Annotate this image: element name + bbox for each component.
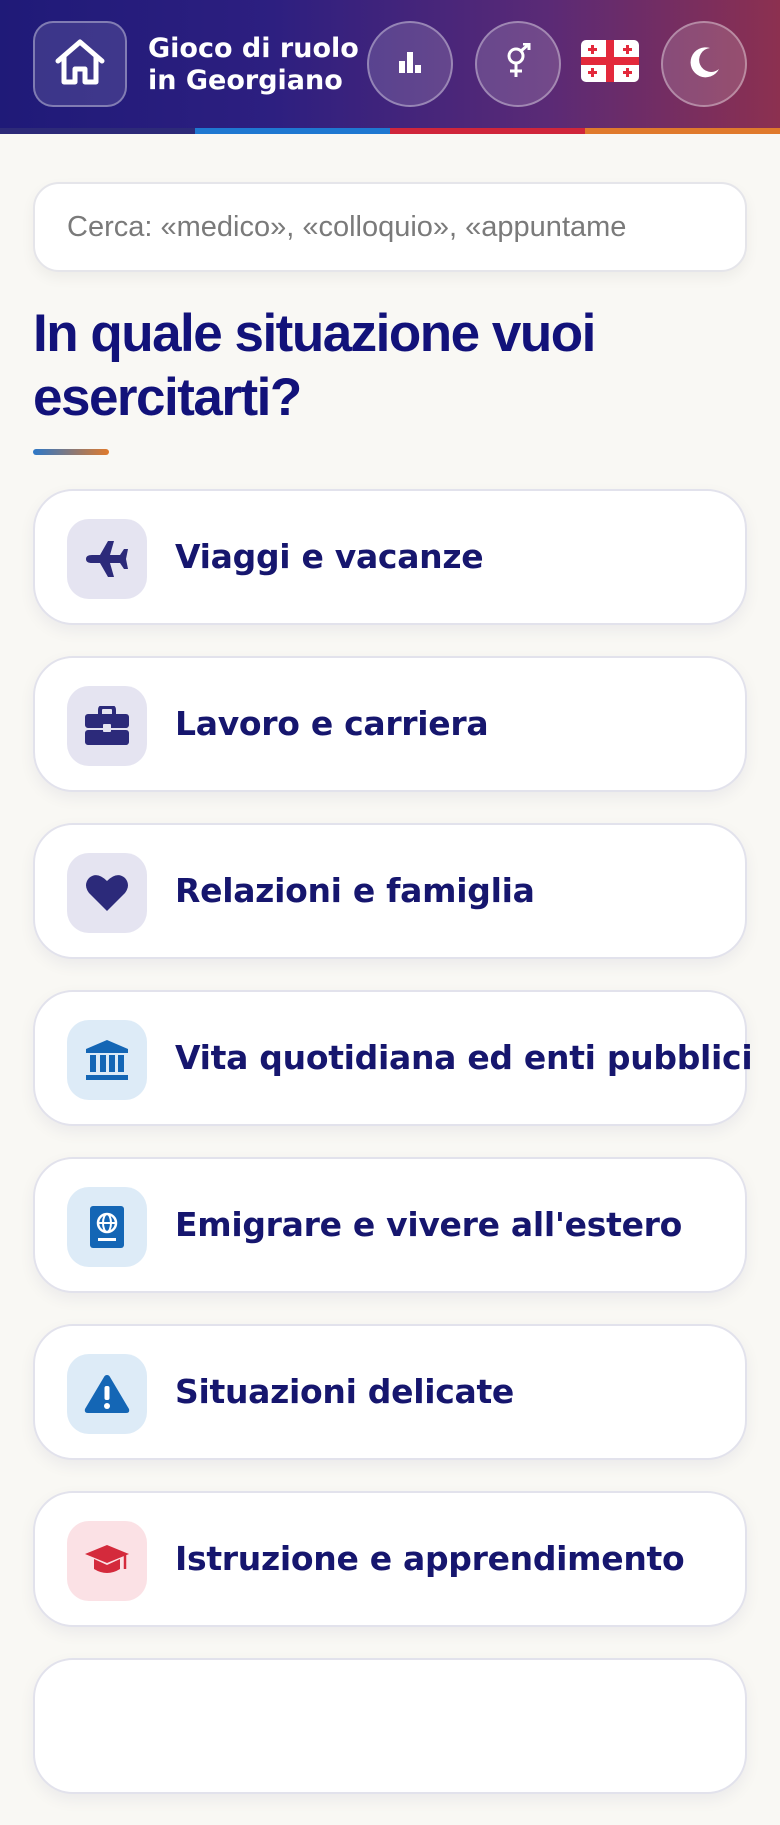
- bank-icon: [67, 1020, 147, 1100]
- gender-button[interactable]: [475, 21, 561, 107]
- bar-chart-icon: [397, 49, 423, 80]
- home-button[interactable]: [33, 21, 127, 107]
- category-emigrate[interactable]: Emigrare e vivere all'estero: [33, 1157, 747, 1293]
- gender-icon: [503, 42, 533, 86]
- category-label: Emigrare e vivere all'estero: [175, 1205, 682, 1244]
- category-label: Relazioni e famiglia: [175, 871, 535, 910]
- search-input[interactable]: [33, 182, 747, 272]
- category-label: Vita quotidiana ed enti pubblici: [175, 1038, 753, 1077]
- category-next-card[interactable]: [33, 1658, 747, 1794]
- stats-button[interactable]: [367, 21, 453, 107]
- category-daily-life[interactable]: Vita quotidiana ed enti pubblici: [33, 990, 753, 1126]
- theme-toggle-button[interactable]: [661, 21, 747, 107]
- category-relationships[interactable]: Relazioni e famiglia: [33, 823, 747, 959]
- heading-underline: [33, 449, 109, 455]
- graduation-cap-icon: [67, 1521, 147, 1601]
- language-flag-button[interactable]: [581, 39, 639, 87]
- briefcase-icon: [67, 686, 147, 766]
- category-work[interactable]: Lavoro e carriera: [33, 656, 747, 792]
- warning-icon: [67, 1354, 147, 1434]
- category-delicate[interactable]: Situazioni delicate: [33, 1324, 747, 1460]
- app-title: Gioco di ruolo in Georgiano: [148, 33, 359, 96]
- category-travel[interactable]: Viaggi e vacanze: [33, 489, 747, 625]
- airplane-icon: [67, 519, 147, 599]
- passport-icon: [67, 1187, 147, 1267]
- category-label: Istruzione e apprendimento: [175, 1539, 685, 1578]
- app-header: Gioco di ruolo in Georgiano: [0, 0, 780, 130]
- category-list: Viaggi e vacanze Lavoro e carriera Relaz…: [33, 489, 753, 1825]
- category-label: Lavoro e carriera: [175, 704, 489, 743]
- header-color-stripe: [0, 128, 780, 134]
- category-education[interactable]: Istruzione e apprendimento: [33, 1491, 747, 1627]
- georgia-flag-icon: [581, 39, 639, 87]
- page-heading: In quale situazione vuoi esercitarti?: [33, 304, 596, 427]
- heart-icon: [67, 853, 147, 933]
- category-label: Situazioni delicate: [175, 1372, 515, 1411]
- category-label: Viaggi e vacanze: [175, 537, 484, 576]
- moon-icon: [686, 44, 722, 85]
- home-icon: [53, 37, 107, 92]
